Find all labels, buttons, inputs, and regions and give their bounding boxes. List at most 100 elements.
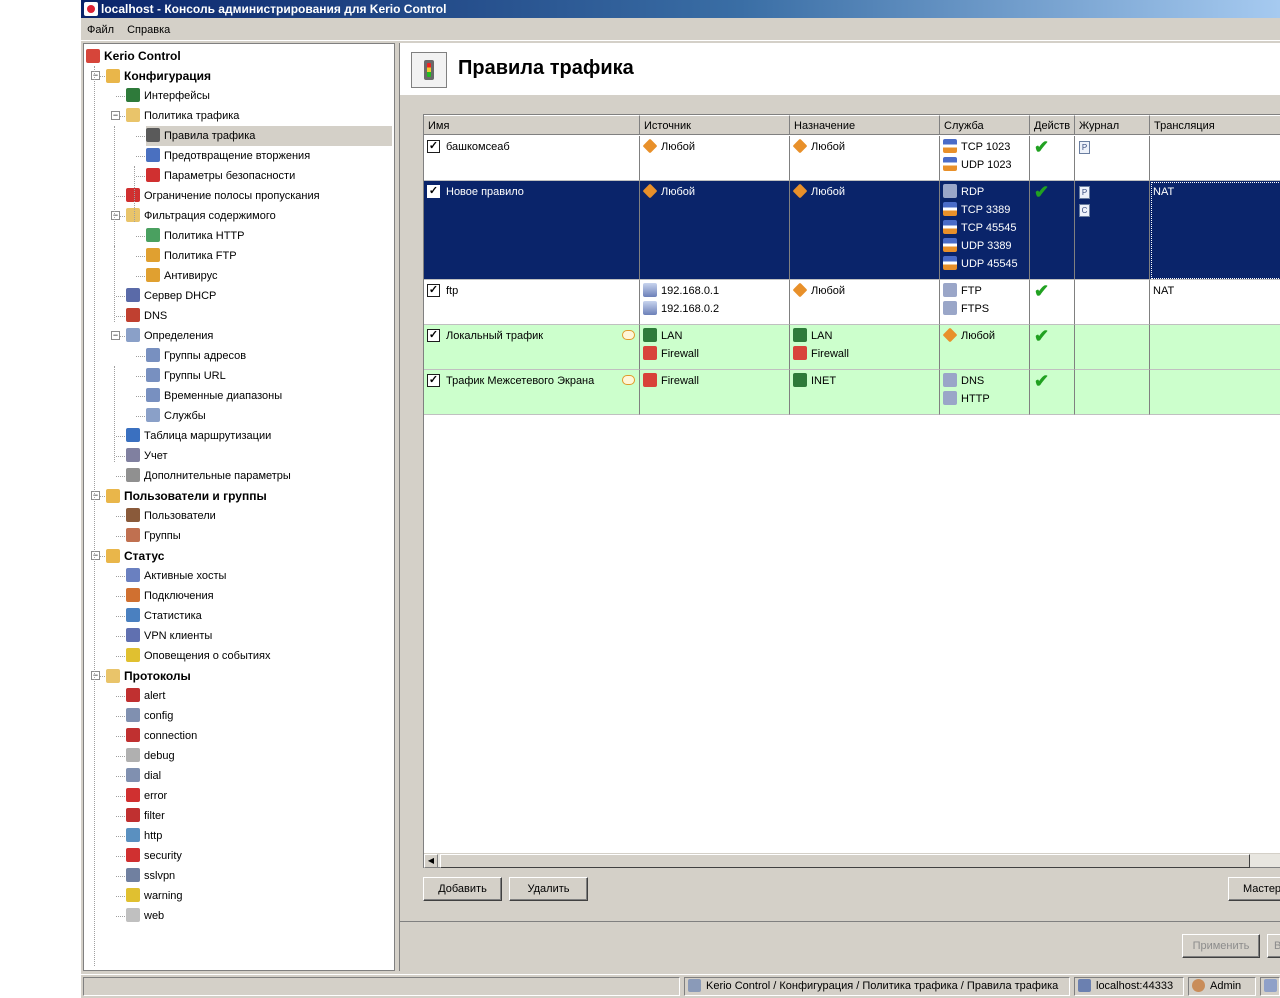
cell-source[interactable]: Firewall <box>640 370 790 415</box>
log-document-icon[interactable]: P <box>1079 186 1090 199</box>
tree-item-23[interactable]: Пользователи <box>126 506 216 526</box>
tree-item-29[interactable]: VPN клиенты <box>126 626 212 646</box>
rules-table[interactable]: Имя Источник Назначение Служба Действ Жу… <box>423 114 1280 868</box>
collapse-icon[interactable]: − <box>91 671 100 680</box>
cell-action[interactable]: ✔ <box>1030 370 1075 415</box>
column-action[interactable]: Действ <box>1030 115 1075 135</box>
column-service[interactable]: Служба <box>940 115 1030 135</box>
log-document-icon[interactable]: C <box>1079 204 1090 217</box>
cell-service[interactable]: TCP 1023 UDP 1023 <box>940 136 1030 181</box>
remove-button[interactable]: Удалить <box>509 877 588 901</box>
tree-item-21[interactable]: Дополнительные параметры <box>126 466 291 486</box>
cell-name[interactable]: ✓ Новое правило <box>424 181 640 280</box>
revert-button[interactable]: Во <box>1267 934 1280 958</box>
tree-item-27[interactable]: Подключения <box>126 586 214 606</box>
collapse-icon[interactable]: − <box>91 71 100 80</box>
cell-action[interactable]: ✔ <box>1030 325 1075 370</box>
column-name[interactable]: Имя <box>424 115 640 135</box>
tree-item-12[interactable]: Сервер DHCP <box>126 286 216 306</box>
tree-item-36[interactable]: dial <box>126 766 161 786</box>
cell-log[interactable] <box>1075 280 1150 325</box>
tree-item-18[interactable]: Службы <box>146 406 206 426</box>
tree-item-37[interactable]: error <box>126 786 167 806</box>
cell-service[interactable]: DNS HTTP <box>940 370 1030 415</box>
tree-item-9[interactable]: Политика HTTP <box>146 226 244 246</box>
scroll-thumb[interactable] <box>440 854 1250 868</box>
rule-enabled-checkbox[interactable]: ✓ <box>427 374 440 387</box>
cell-translation[interactable] <box>1150 325 1280 370</box>
tree-item-31[interactable]: Протоколы <box>106 666 191 686</box>
cell-destination[interactable]: INET <box>790 370 940 415</box>
tree-item-24[interactable]: Группы <box>126 526 181 546</box>
cell-name[interactable]: ✓ башкомсеаб <box>424 136 640 181</box>
tree-item-25[interactable]: Статус <box>106 546 164 566</box>
tree-item-38[interactable]: filter <box>126 806 165 826</box>
tree-item-39[interactable]: http <box>126 826 162 846</box>
tree-item-26[interactable]: Активные хосты <box>126 566 226 586</box>
allow-check-icon[interactable]: ✔ <box>1034 327 1049 345</box>
tree-item-13[interactable]: DNS <box>126 306 167 326</box>
tree-item-28[interactable]: Статистика <box>126 606 202 626</box>
column-source[interactable]: Источник <box>640 115 790 135</box>
tree-item-33[interactable]: config <box>126 706 173 726</box>
rule-enabled-checkbox[interactable]: ✓ <box>427 284 440 297</box>
cell-log[interactable] <box>1075 325 1150 370</box>
tree-item-10[interactable]: Политика FTP <box>146 246 237 266</box>
allow-check-icon[interactable]: ✔ <box>1034 183 1049 201</box>
tree-item-35[interactable]: debug <box>126 746 175 766</box>
tree-item-22[interactable]: Пользователи и группы <box>106 486 267 506</box>
comment-icon[interactable] <box>622 330 635 340</box>
tree-item-3[interactable]: Политика трафика <box>126 106 239 126</box>
tree-item-34[interactable]: connection <box>126 726 197 746</box>
apply-button[interactable]: Применить <box>1182 934 1260 958</box>
tree-item-30[interactable]: Оповещения о событиях <box>126 646 271 666</box>
cell-service[interactable]: Любой <box>940 325 1030 370</box>
tree-item-32[interactable]: alert <box>126 686 165 706</box>
horizontal-scrollbar[interactable]: ◀ <box>424 853 1280 868</box>
column-translation[interactable]: Трансляция <box>1150 115 1280 135</box>
cell-destination[interactable]: LAN Firewall <box>790 325 940 370</box>
cell-translation[interactable]: NAT <box>1150 280 1280 325</box>
tree-item-16[interactable]: Группы URL <box>146 366 226 386</box>
tree-item-19[interactable]: Таблица маршрутизации <box>126 426 271 446</box>
add-button[interactable]: Добавить <box>423 877 502 901</box>
tree-item-42[interactable]: warning <box>126 886 183 906</box>
cell-source[interactable]: Любой <box>640 181 790 280</box>
cell-name[interactable]: ✓ Трафик Межсетевого Экрана <box>424 370 640 415</box>
allow-check-icon[interactable]: ✔ <box>1034 282 1049 300</box>
collapse-icon[interactable]: − <box>111 111 120 120</box>
cell-destination[interactable]: Любой <box>790 181 940 280</box>
column-log[interactable]: Журнал <box>1075 115 1150 135</box>
rule-enabled-checkbox[interactable]: ✓ <box>427 329 440 342</box>
cell-action[interactable]: ✔ <box>1030 280 1075 325</box>
tree-item-1[interactable]: Конфигурация <box>106 66 211 86</box>
cell-source[interactable]: 192.168.0.1 192.168.0.2 <box>640 280 790 325</box>
table-row[interactable]: ✓ Локальный трафик LAN Firewall LAN Firewall Л… <box>424 325 1280 370</box>
cell-log[interactable] <box>1075 370 1150 415</box>
tree-item-43[interactable]: web <box>126 906 164 926</box>
cell-action[interactable]: ✔ <box>1030 181 1075 280</box>
table-row[interactable]: ✓ Новое правило Любой Любой RDP TCP 3389 TCP 4… <box>424 181 1280 280</box>
allow-check-icon[interactable]: ✔ <box>1034 372 1049 390</box>
cell-log[interactable]: PC <box>1075 181 1150 280</box>
tree-item-7[interactable]: Ограничение полосы пропускания <box>126 186 320 206</box>
menu-help[interactable]: Справка <box>122 19 175 41</box>
cell-translation[interactable]: NAT <box>1150 181 1280 280</box>
collapse-icon[interactable]: − <box>111 331 120 340</box>
cell-destination[interactable]: Любой <box>790 280 940 325</box>
collapse-icon[interactable]: − <box>91 551 100 560</box>
cell-translation[interactable] <box>1150 136 1280 181</box>
allow-check-icon[interactable]: ✔ <box>1034 138 1049 156</box>
comment-icon[interactable] <box>622 375 635 385</box>
tree-item-15[interactable]: Группы адресов <box>146 346 246 366</box>
cell-source[interactable]: LAN Firewall <box>640 325 790 370</box>
tree-item-20[interactable]: Учет <box>126 446 168 466</box>
tree-item-40[interactable]: security <box>126 846 182 866</box>
tree-item-41[interactable]: sslvpn <box>126 866 175 886</box>
tree-item-6[interactable]: Параметры безопасности <box>146 166 295 186</box>
cell-action[interactable]: ✔ <box>1030 136 1075 181</box>
tree-item-11[interactable]: Антивирус <box>146 266 217 286</box>
cell-service[interactable]: FTP FTPS <box>940 280 1030 325</box>
tree-item-8[interactable]: Фильтрация содержимого <box>126 206 276 226</box>
tree-item-5[interactable]: Предотвращение вторжения <box>146 146 310 166</box>
